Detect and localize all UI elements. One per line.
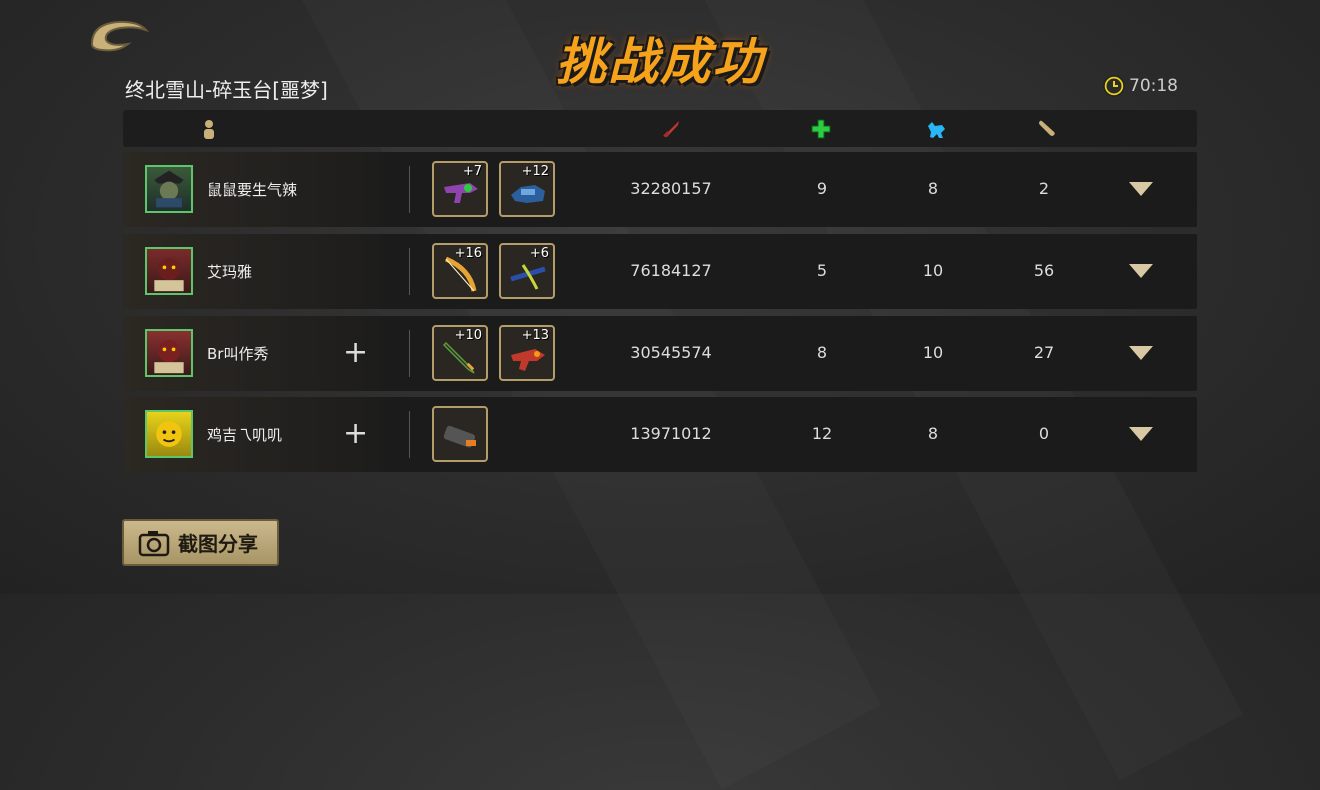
weapon-slot[interactable]: +10 xyxy=(432,325,488,381)
add-friend-button[interactable]: + xyxy=(343,419,368,449)
timer: 70:18 xyxy=(1102,74,1178,98)
weapon-slot[interactable] xyxy=(432,406,488,462)
chevron-down-icon[interactable] xyxy=(1127,262,1155,280)
table-row: Br叫作秀 + +10 +13 30545574 8 10 27 xyxy=(123,316,1197,391)
heal-value: 9 xyxy=(816,179,828,198)
pet-value: 8 xyxy=(927,424,939,443)
divider xyxy=(409,411,410,458)
bone-icon xyxy=(1039,120,1055,136)
divider xyxy=(409,166,410,213)
damage-value: 30545574 xyxy=(630,343,712,362)
damage-value: 13971012 xyxy=(630,424,712,443)
chevron-down-icon[interactable] xyxy=(1127,425,1155,443)
cannon-icon xyxy=(443,425,476,448)
table-row: 艾玛雅 +16 +6 76184127 5 10 56 xyxy=(123,234,1197,309)
bone-value: 2 xyxy=(1038,179,1050,198)
table-header xyxy=(123,110,1197,147)
crossbow-icon xyxy=(510,264,546,290)
pet-icon xyxy=(928,122,945,138)
heal-icon xyxy=(811,119,831,139)
blaster-icon xyxy=(511,349,545,371)
share-button-label: 截图分享 xyxy=(178,532,258,556)
share-screenshot-button[interactable]: 截图分享 xyxy=(122,519,279,566)
weapon-level: +16 xyxy=(454,246,482,261)
avatar[interactable] xyxy=(145,329,193,377)
clock-icon xyxy=(1103,75,1125,97)
divider xyxy=(409,330,410,377)
player-name: 鼠鼠要生气辣 xyxy=(207,181,298,199)
avatar[interactable] xyxy=(145,247,193,295)
timer-value: 70:18 xyxy=(1129,76,1178,96)
damage-value: 76184127 xyxy=(630,261,712,280)
heal-value: 12 xyxy=(811,424,833,443)
damage-icon xyxy=(663,121,679,138)
bone-value: 56 xyxy=(1033,261,1055,280)
stage-name: 终北雪山-碎玉台[噩梦] xyxy=(125,78,328,102)
player-name: Br叫作秀 xyxy=(207,345,269,363)
page-title: 挑战成功 xyxy=(556,33,764,91)
weapon-level: +7 xyxy=(462,164,482,179)
weapon-level: +10 xyxy=(454,328,482,343)
weapon-slot[interactable]: +6 xyxy=(499,243,555,299)
damage-value: 32280157 xyxy=(630,179,712,198)
bow-icon xyxy=(444,256,477,292)
avatar[interactable] xyxy=(145,165,193,213)
bone-value: 27 xyxy=(1033,343,1055,362)
bone-value: 0 xyxy=(1038,424,1050,443)
divider xyxy=(409,248,410,295)
heal-value: 5 xyxy=(816,261,828,280)
avatar[interactable] xyxy=(145,410,193,458)
table-row: 鸡吉乁叽叽 + 13971012 12 8 0 xyxy=(123,397,1197,472)
add-friend-button[interactable]: + xyxy=(343,338,368,368)
camera-icon xyxy=(138,530,170,556)
weapon-level: +13 xyxy=(521,328,549,343)
weapon-level: +12 xyxy=(521,164,549,179)
dagger-icon xyxy=(442,341,475,374)
pet-value: 10 xyxy=(922,261,944,280)
gauntlet-icon xyxy=(511,185,545,203)
table-row: 鼠鼠要生气辣 +7 +12 32280157 9 8 2 xyxy=(123,152,1197,227)
back-button[interactable] xyxy=(88,14,150,54)
pet-value: 10 xyxy=(922,343,944,362)
weapon-slot[interactable]: +7 xyxy=(432,161,488,217)
pet-value: 8 xyxy=(927,179,939,198)
gun-icon xyxy=(444,183,478,203)
player-icon xyxy=(204,120,214,139)
weapon-slot[interactable]: +13 xyxy=(499,325,555,381)
heal-value: 8 xyxy=(816,343,828,362)
weapon-slot[interactable]: +16 xyxy=(432,243,488,299)
chevron-down-icon[interactable] xyxy=(1127,344,1155,362)
player-name: 艾玛雅 xyxy=(207,263,253,281)
chevron-down-icon[interactable] xyxy=(1127,180,1155,198)
weapon-slot[interactable]: +12 xyxy=(499,161,555,217)
player-name: 鸡吉乁叽叽 xyxy=(207,426,283,444)
weapon-level: +6 xyxy=(529,246,549,261)
